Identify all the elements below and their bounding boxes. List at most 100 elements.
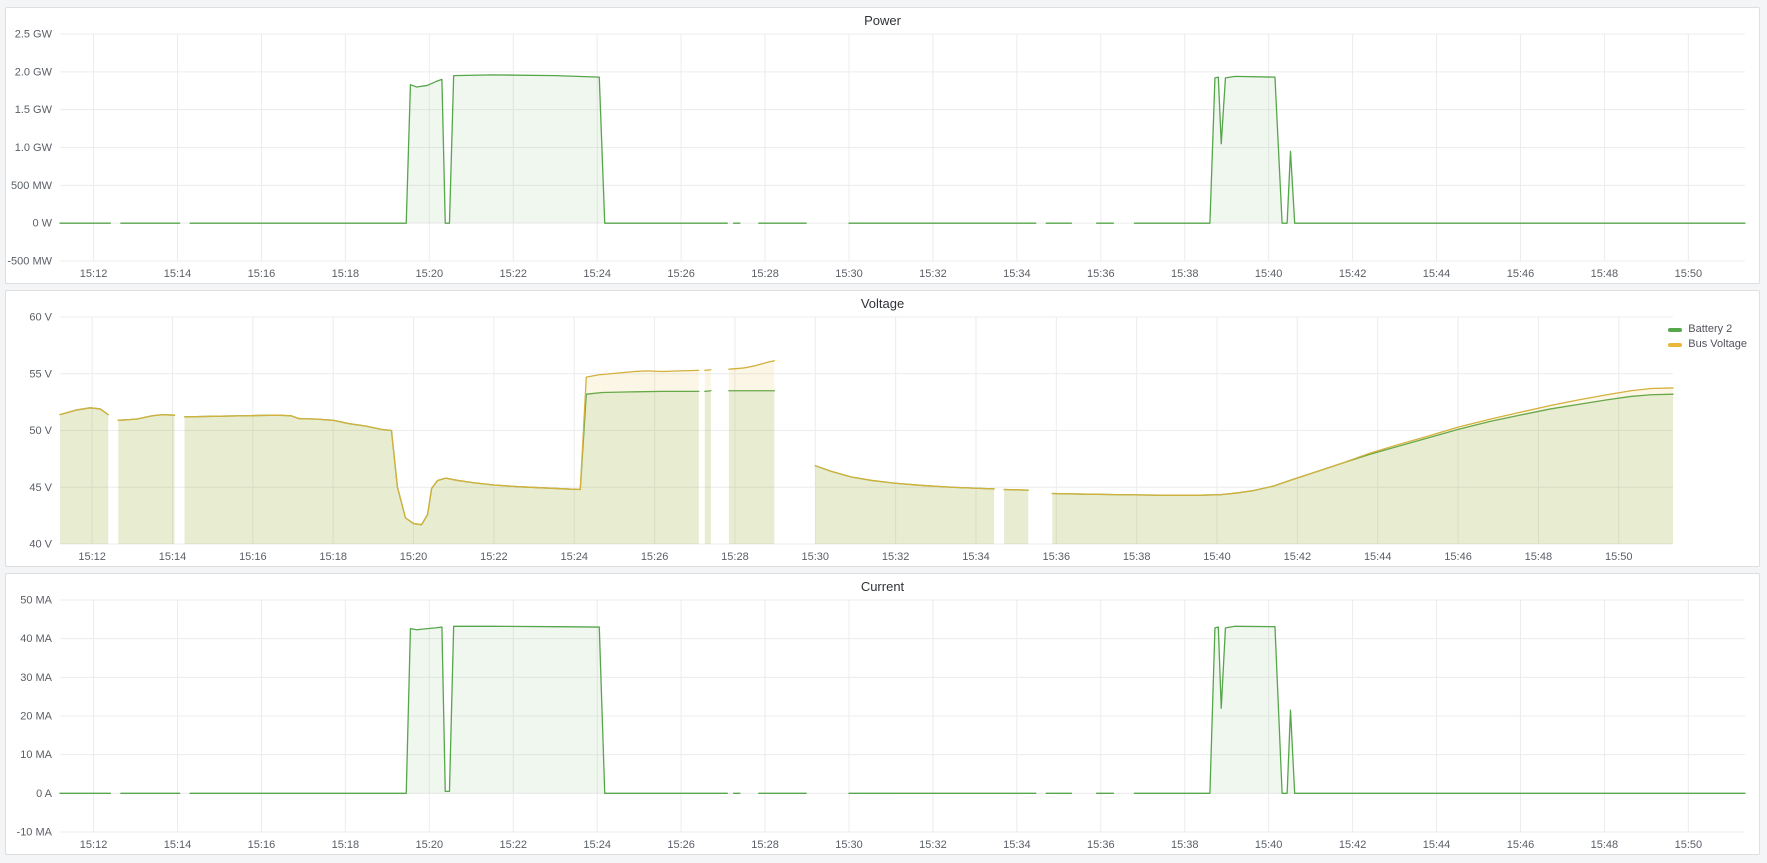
x-tick-label: 15:40 xyxy=(1255,839,1283,851)
voltage-panel-title[interactable]: Voltage xyxy=(6,296,1759,311)
x-tick-label: 15:48 xyxy=(1525,551,1553,563)
power-panel: Power 2.5 GW2.0 GW1.5 GW1.0 GW500 MW0 W-… xyxy=(5,7,1760,284)
x-tick-label: 15:42 xyxy=(1339,268,1367,280)
x-tick-label: 15:50 xyxy=(1605,551,1633,563)
x-tick-label: 15:44 xyxy=(1423,839,1451,851)
series-fill-bus-voltage xyxy=(185,370,699,544)
series-fill-bus-voltage xyxy=(729,361,774,544)
x-tick-label: 15:44 xyxy=(1364,551,1392,563)
x-tick-label: 15:12 xyxy=(80,839,108,851)
x-tick-label: 15:34 xyxy=(1003,268,1031,280)
series-fill-bus-voltage xyxy=(815,466,994,544)
series-fill-bus-voltage xyxy=(1052,388,1673,544)
x-tick-label: 15:42 xyxy=(1284,551,1312,563)
x-tick-label: 15:50 xyxy=(1675,839,1703,851)
legend-item-battery-2[interactable]: Battery 2 xyxy=(1668,322,1747,337)
x-tick-label: 15:18 xyxy=(332,839,360,851)
current-panel-title[interactable]: Current xyxy=(6,579,1759,594)
x-tick-label: 15:16 xyxy=(239,551,267,563)
series-fill-bus-voltage xyxy=(705,370,711,544)
current-panel: Current 50 MA 40 MA 30 MA 20 MA 10 MA 0 A -10 … xyxy=(5,573,1760,855)
y-tick-label: 2.0 GW xyxy=(15,66,53,78)
x-tick-label: 15:14 xyxy=(164,839,192,851)
x-tick-label: 15:38 xyxy=(1171,839,1199,851)
y-tick-label: 50 V xyxy=(29,425,52,437)
y-tick-label: 1.5 GW xyxy=(15,104,53,116)
legend-label: Battery 2 xyxy=(1688,322,1732,337)
y-tick-label: 50 MA xyxy=(20,595,52,607)
battery-2-series-swatch xyxy=(1668,328,1682,332)
legend-label: Bus Voltage xyxy=(1688,337,1747,352)
y-tick-label: 2.5 GW xyxy=(15,29,53,41)
y-tick-label: 0 W xyxy=(32,218,52,230)
series-line-bus-voltage xyxy=(705,370,711,371)
x-tick-label: 15:36 xyxy=(1087,268,1115,280)
x-tick-label: 15:34 xyxy=(1003,839,1031,851)
x-tick-label: 15:24 xyxy=(583,839,611,851)
y-tick-label: 55 V xyxy=(29,368,52,380)
series-fill-current xyxy=(190,626,727,793)
y-tick-label: 60 V xyxy=(29,312,52,324)
x-tick-label: 15:48 xyxy=(1591,839,1619,851)
y-tick-label: -500 MW xyxy=(7,256,52,268)
power-chart-canvas[interactable]: 2.5 GW2.0 GW1.5 GW1.0 GW500 MW0 W-500 MW… xyxy=(6,8,1761,285)
series-fill-bus-voltage xyxy=(1004,490,1028,544)
x-tick-label: 15:30 xyxy=(835,839,863,851)
power-panel-title[interactable]: Power xyxy=(6,13,1759,28)
x-tick-label: 15:40 xyxy=(1203,551,1231,563)
x-tick-label: 15:34 xyxy=(962,551,990,563)
x-tick-label: 15:46 xyxy=(1444,551,1472,563)
x-tick-label: 15:28 xyxy=(721,551,749,563)
x-tick-label: 15:32 xyxy=(919,268,947,280)
x-tick-label: 15:28 xyxy=(751,268,779,280)
y-tick-label: 30 MA xyxy=(20,672,52,684)
x-tick-label: 15:12 xyxy=(78,551,106,563)
x-tick-label: 15:50 xyxy=(1675,268,1703,280)
x-tick-label: 15:32 xyxy=(919,839,947,851)
x-tick-label: 15:16 xyxy=(248,268,276,280)
voltage-legend: Battery 2 Bus Voltage xyxy=(1668,322,1747,352)
x-tick-label: 15:22 xyxy=(499,839,527,851)
x-tick-label: 15:26 xyxy=(667,839,695,851)
x-tick-label: 15:30 xyxy=(835,268,863,280)
y-tick-label: 10 MA xyxy=(20,749,52,761)
y-tick-label: 40 MA xyxy=(20,633,52,645)
x-tick-label: 15:26 xyxy=(641,551,669,563)
y-tick-label: 500 MW xyxy=(11,180,53,192)
series-fill-bus-voltage xyxy=(60,408,108,544)
x-tick-label: 15:14 xyxy=(159,551,187,563)
x-tick-label: 15:28 xyxy=(751,839,779,851)
y-tick-label: 20 MA xyxy=(20,711,52,723)
legend-item-bus-voltage[interactable]: Bus Voltage xyxy=(1668,337,1747,352)
x-tick-label: 15:36 xyxy=(1043,551,1071,563)
x-tick-label: 15:26 xyxy=(667,268,695,280)
y-tick-label: -10 MA xyxy=(17,827,53,839)
y-tick-label: 40 V xyxy=(29,539,52,551)
x-tick-label: 15:46 xyxy=(1507,268,1535,280)
x-tick-label: 15:48 xyxy=(1591,268,1619,280)
series-line-bus-voltage xyxy=(1004,490,1028,491)
x-tick-label: 15:38 xyxy=(1171,268,1199,280)
x-tick-label: 15:30 xyxy=(802,551,830,563)
x-tick-label: 15:22 xyxy=(480,551,508,563)
x-tick-label: 15:22 xyxy=(499,268,527,280)
series-fill-bus-voltage xyxy=(118,415,174,544)
x-tick-label: 15:16 xyxy=(248,839,276,851)
current-chart-canvas[interactable]: 50 MA 40 MA 30 MA 20 MA 10 MA 0 A -10 MA 15:12 1… xyxy=(6,574,1761,856)
voltage-panel: Voltage 60 V55 V50 V45 V40 V15:1215:1415… xyxy=(5,290,1760,567)
x-tick-label: 15:14 xyxy=(164,268,192,280)
x-tick-label: 15:24 xyxy=(560,551,588,563)
x-tick-label: 15:20 xyxy=(416,839,444,851)
series-fill-current xyxy=(1134,626,1745,793)
voltage-chart-canvas[interactable]: 60 V55 V50 V45 V40 V15:1215:1415:1615:18… xyxy=(6,291,1761,568)
x-tick-label: 15:40 xyxy=(1255,268,1283,280)
x-tick-label: 15:12 xyxy=(80,268,108,280)
y-tick-label: 0 A xyxy=(36,788,53,800)
series-fill-power xyxy=(190,75,727,223)
bus-voltage-series-swatch xyxy=(1668,343,1682,347)
series-fill-power xyxy=(1134,76,1745,223)
dashboard: Power 2.5 GW2.0 GW1.5 GW1.0 GW500 MW0 W-… xyxy=(0,0,1767,863)
x-tick-label: 15:32 xyxy=(882,551,910,563)
y-tick-label: 45 V xyxy=(29,482,52,494)
x-tick-label: 15:18 xyxy=(332,268,360,280)
